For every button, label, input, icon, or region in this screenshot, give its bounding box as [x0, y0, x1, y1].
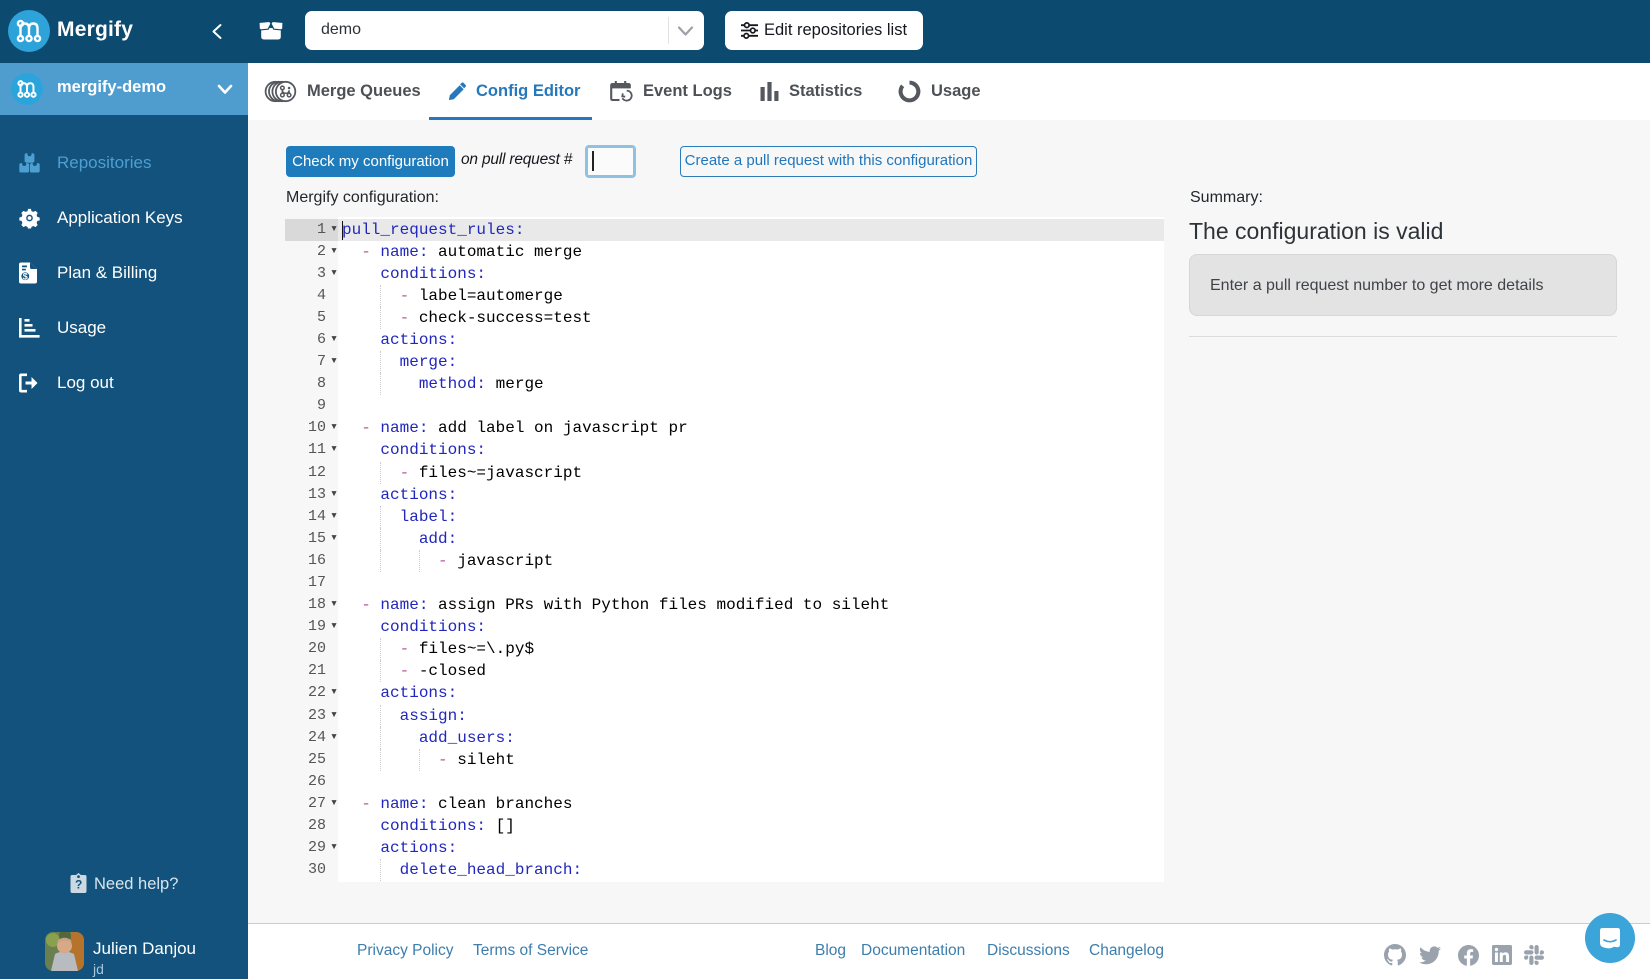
svg-text:$: $ — [23, 271, 28, 281]
svg-text:?: ? — [75, 878, 82, 892]
